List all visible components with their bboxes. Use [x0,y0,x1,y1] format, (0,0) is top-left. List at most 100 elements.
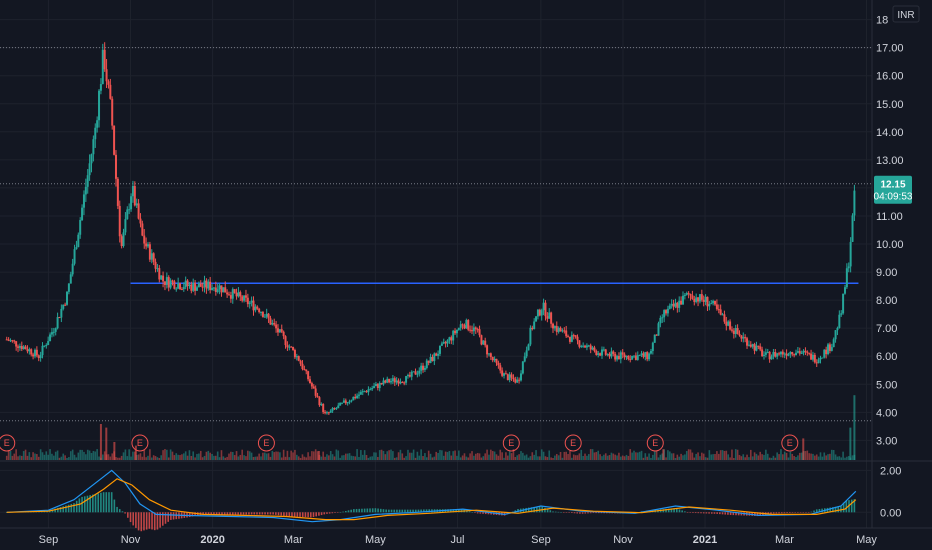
candle-body [312,386,315,389]
candle-body [30,349,33,355]
candle-body [548,312,551,319]
earnings-layer[interactable]: EEEEEEE [0,434,799,452]
candle-body [205,280,208,289]
candle-body [356,395,359,399]
volume-bar [198,453,200,460]
x-tick-label: 2020 [200,534,224,546]
candle-body [448,337,451,341]
y-tick-label: 15.00 [876,99,904,111]
candle-body [510,374,513,378]
candle-body [508,374,511,381]
candle-body [382,380,385,385]
candle-body [486,345,489,355]
candle-body [265,313,268,317]
volume-bar [292,452,294,460]
candle-body [116,178,119,206]
candle-body [463,325,466,329]
candle-body [631,355,634,360]
macd-histogram-bar [482,512,484,514]
volume-bar [393,457,396,460]
candle-body [847,266,850,269]
volume-bar [290,450,292,460]
volume-bar [213,455,215,460]
volume-bar [354,456,357,460]
candle-body [587,345,590,347]
macd-histogram-bar [719,512,721,515]
macd-histogram-bar [404,509,406,513]
x-tick-label: Nov [121,534,141,546]
volume-bar [414,457,417,460]
candle-body [9,340,12,342]
volume-bar [731,449,733,460]
volume-bar [761,454,763,460]
macd-histogram-bar [587,512,589,514]
macd-histogram-bar [137,512,140,531]
candle-body [674,302,677,307]
candle-body [738,333,741,336]
candle-body [50,332,53,335]
candle-body [239,292,242,297]
macd-histogram-bar [315,512,317,517]
volume-bar [171,451,174,460]
candle-body [710,303,713,305]
candle-body [271,322,274,325]
volume-bar [441,450,443,460]
candle-body [237,292,240,297]
volume-bar [439,449,441,460]
y-tick-label: 4.00 [876,407,897,419]
candle-body [297,356,300,361]
volume-bar [7,450,10,460]
volume-bar [642,457,645,460]
chart-root[interactable]: E E E E E E E 3.00 4.00 5.00 6.00 7.00 8.00 9.00 10.0… [0,0,932,550]
macd-histogram-bar [143,512,145,531]
macd-histogram-bar [388,509,390,513]
candle-body [15,341,18,347]
candle-body [363,391,366,393]
volume-bar [262,452,264,460]
volume-bar [356,449,358,460]
candle-body [459,324,462,328]
volume-bar [610,452,613,460]
volume-bar [817,456,820,460]
candle-body [348,401,351,403]
volume-bar [701,452,703,460]
macd-histogram-bar [584,512,587,514]
volume-bar [812,453,814,460]
volume-bar [815,454,818,460]
volume-bar [567,454,569,460]
candle-body [450,337,453,341]
currency-badge[interactable]: INR [892,5,920,23]
volume-bar [757,455,760,460]
candle-body [361,391,364,393]
candle-body [614,353,617,360]
volume-bar [117,457,119,460]
volume-bar [124,449,127,460]
volume-bar [199,450,202,460]
volume-bar [109,456,112,460]
candle-body [58,317,61,319]
candle-body [182,287,185,290]
candle-body [538,309,541,316]
macd-histogram-bar [299,512,301,517]
volume-bar [842,451,844,460]
candle-body [832,339,835,348]
volume-bar [516,455,519,460]
candle-body [704,296,707,302]
macd-histogram-bar [67,504,70,513]
macd-histogram-bar [474,512,476,513]
volume-bar [211,453,213,460]
candle-body [378,383,381,389]
candle-body [201,286,204,288]
candle-body [796,351,799,353]
candle-body [62,304,65,309]
volume-bar [659,454,662,460]
candle-body [736,327,739,334]
volume-bar [103,451,106,460]
price-chart[interactable]: E E E E E E E 3.00 4.00 5.00 6.00 7.00 8.00 9.00 10.0… [0,0,932,550]
candle-body [154,261,157,269]
volume-bar [672,453,675,460]
candle-body [798,351,801,354]
candle-body [446,340,449,344]
volume-bar [64,455,66,460]
candle-body [388,378,391,383]
